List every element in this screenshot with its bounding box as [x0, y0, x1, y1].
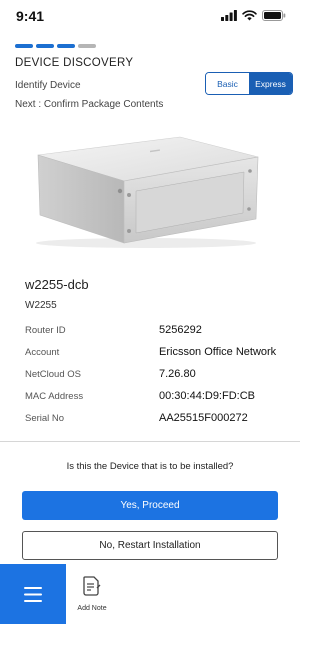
detail-row-router-id: Router ID 5256292 — [25, 324, 295, 345]
progress-step-4 — [78, 44, 96, 48]
account-value: Ericsson Office Network — [159, 346, 277, 358]
status-icons — [221, 10, 286, 21]
confirmation-question: Is this the Device that is to be install… — [66, 461, 234, 472]
basic-mode-option[interactable]: Basic — [206, 73, 249, 94]
status-bar: 9:41 — [0, 0, 300, 32]
device-image — [36, 136, 259, 248]
current-step-label: Identify Device — [15, 80, 81, 91]
restart-installation-button[interactable]: No, Restart Installation — [22, 531, 278, 560]
mac-address-value: 00:30:44:D9:FD:CB — [159, 390, 255, 402]
progress-step-3 — [57, 44, 75, 48]
progress-step-1 — [15, 44, 33, 48]
netcloud-os-label: NetCloud OS — [25, 369, 81, 380]
serial-no-label: Serial No — [25, 413, 65, 424]
netcloud-os-value: 7.26.80 — [159, 368, 196, 380]
hamburger-menu-icon — [24, 586, 42, 602]
mode-toggle: Basic Express — [205, 72, 293, 95]
next-step-label: Next : Confirm Package Contents — [15, 99, 164, 110]
detail-row-serial-no: Serial No AA25515F000272 — [25, 412, 295, 433]
serial-no-value: AA25515F000272 — [159, 412, 248, 424]
express-mode-option[interactable]: Express — [249, 73, 292, 94]
router-id-label: Router ID — [25, 325, 66, 336]
page-title: DEVICE DISCOVERY — [15, 57, 134, 69]
device-name: w2255-dcb — [25, 277, 89, 292]
cellular-signal-icon — [221, 10, 237, 21]
account-label: Account — [25, 347, 60, 358]
note-icon — [83, 576, 101, 596]
mac-address-label: MAC Address — [25, 391, 84, 402]
device-model: W2255 — [25, 300, 57, 311]
add-note-button[interactable]: Add Note — [70, 576, 114, 612]
divider — [0, 441, 300, 442]
yes-proceed-button[interactable]: Yes, Proceed — [22, 491, 278, 520]
wifi-icon — [242, 10, 257, 21]
add-note-label: Add Note — [77, 605, 107, 612]
detail-row-mac-address: MAC Address 00:30:44:D9:FD:CB — [25, 390, 295, 411]
menu-button[interactable] — [0, 564, 66, 624]
step-progress-indicator — [15, 44, 96, 48]
detail-row-account: Account Ericsson Office Network — [25, 346, 295, 367]
battery-icon — [262, 10, 286, 21]
status-time: 9:41 — [16, 8, 45, 24]
router-id-value: 5256292 — [159, 324, 202, 336]
progress-step-2 — [36, 44, 54, 48]
detail-row-netcloud-os: NetCloud OS 7.26.80 — [25, 368, 295, 389]
